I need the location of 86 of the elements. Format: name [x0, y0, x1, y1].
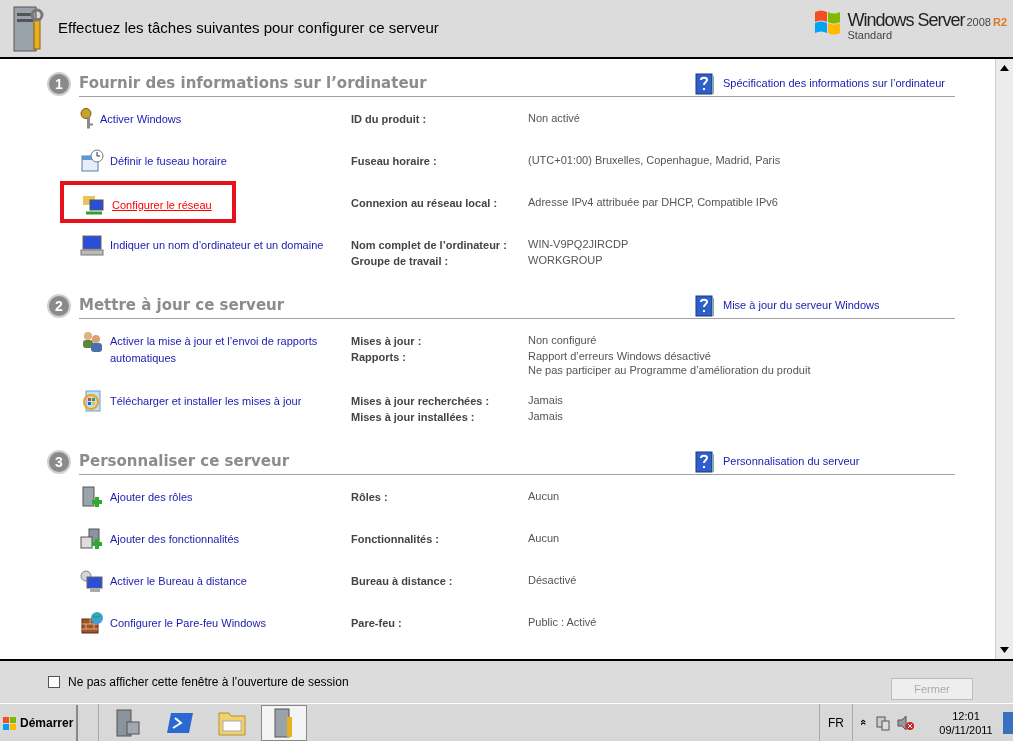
network-icon[interactable]: [875, 714, 891, 731]
detail-value: Ne pas participer au Programme d’amélioration du produit: [528, 363, 812, 377]
detail-label: Fuseau horaire :: [351, 154, 438, 169]
remote-desktop-icon: [80, 569, 104, 593]
detail-value: Jamais: [528, 393, 564, 407]
task-link[interactable]: Indiquer un nom d’ordinateur et un domaine: [110, 233, 324, 254]
section-heading: Personnaliser ce serveur: [79, 451, 290, 473]
section-heading: Mettre à jour ce serveur: [79, 295, 285, 317]
checkbox[interactable]: [48, 676, 60, 688]
detail-label: Mises à jour :: [351, 334, 423, 349]
update-icon: [80, 389, 104, 413]
detail-label: Connexion au réseau local :: [351, 196, 499, 211]
detail-label: Mises à jour recherchées :: [351, 394, 491, 409]
scrollbar[interactable]: [995, 59, 1013, 659]
clock-time: 12:01: [952, 708, 980, 723]
detail-label: Pare-feu :: [351, 616, 403, 631]
task-link[interactable]: Télécharger et installer les mises à jour: [110, 389, 302, 410]
task-link[interactable]: Ajouter des fonctionnalités: [110, 527, 240, 548]
scroll-down-icon[interactable]: [1000, 647, 1009, 653]
release-label: R2: [992, 17, 1007, 28]
window-title: Effectuez les tâches suivantes pour configurer ce serveur: [58, 18, 439, 39]
scroll-up-icon[interactable]: [1000, 65, 1009, 71]
help-link-text[interactable]: Mise à jour du serveur Windows: [723, 297, 880, 314]
section-heading: Fournir des informations sur l’ordinateur: [79, 73, 427, 95]
detail-value: Aucun: [528, 531, 561, 545]
detail-value: Désactivé: [528, 573, 578, 587]
step-number-badge: 2: [47, 294, 71, 318]
step-number-badge: 3: [47, 450, 71, 474]
features-add-icon: [80, 527, 104, 551]
detail-label: ID du produit :: [351, 112, 428, 127]
help-link[interactable]: Personnalisation du serveur: [695, 450, 955, 473]
server-tools-icon: [115, 707, 141, 738]
task-link[interactable]: Activer Windows: [100, 107, 182, 128]
task-link[interactable]: Ajouter des rôles: [110, 485, 193, 506]
detail-value: Aucun: [528, 489, 561, 503]
taskbar-app-button[interactable]: [261, 704, 307, 741]
brand-name: Windows Server: [847, 11, 965, 29]
detail-label: Rôles :: [351, 490, 389, 505]
clock-date: 09/11/2011: [939, 722, 993, 737]
volume-muted-icon[interactable]: [897, 714, 915, 731]
detail-value: (UTC+01:00) Bruxelles, Copenhague, Madrid, Paris: [528, 153, 782, 167]
detail-value: Non configuré: [528, 333, 598, 347]
detail-label: Bureau à distance :: [351, 574, 454, 589]
help-link-text[interactable]: Spécification des informations sur l’ordinateur: [723, 75, 945, 92]
detail-value: Non activé: [528, 111, 581, 125]
show-hidden-icons-button[interactable]: «: [855, 719, 873, 726]
task-link[interactable]: Configurer le réseau: [112, 193, 212, 214]
task-link[interactable]: Définir le fuseau horaire: [110, 149, 227, 170]
detail-label: Rapports :: [351, 350, 407, 365]
network-icon: [82, 193, 106, 217]
language-indicator[interactable]: FR: [818, 704, 853, 741]
computer-icon: [80, 233, 104, 257]
detail-label: Fonctionnalités :: [351, 532, 440, 547]
start-button[interactable]: Démarrer: [0, 704, 78, 741]
task-link[interactable]: Activer la mise à jour et l’envoi de rapports automatiques: [110, 329, 351, 366]
detail-value: Public : Activé: [528, 615, 598, 629]
help-book-icon: [695, 450, 715, 473]
task-link[interactable]: Configurer le Pare-feu Windows: [110, 611, 266, 632]
help-book-icon: [695, 294, 715, 317]
powershell-icon: [165, 710, 195, 735]
version-number: 2008: [966, 17, 991, 28]
detail-value: Rapport d’erreurs Windows désactivé: [528, 349, 712, 363]
detail-label: Nom complet de l’ordinateur :: [351, 238, 508, 253]
checkbox-label: Ne pas afficher cette fenêtre à l’ouverture de session: [68, 674, 349, 691]
windows-flag-icon: [2, 714, 18, 731]
detail-value: WORKGROUP: [528, 253, 604, 267]
server-add-icon: [80, 485, 104, 509]
task-link[interactable]: Activer le Bureau à distance: [110, 569, 247, 590]
help-link-text[interactable]: Personnalisation du serveur: [723, 453, 860, 470]
detail-value: Jamais: [528, 409, 564, 423]
detail-value: Adresse IPv4 attribuée par DHCP, Compatible IPv6: [528, 195, 779, 209]
edition-label: Standard: [847, 30, 894, 41]
server-tools-icon: [273, 706, 295, 739]
help-book-icon: [695, 72, 715, 95]
key-icon: [80, 107, 94, 131]
detail-label: Groupe de travail :: [351, 254, 450, 269]
detail-value: WIN-V9PQ2JIRCDP: [528, 237, 630, 251]
server-tools-icon: [12, 4, 44, 53]
users-icon: [80, 329, 104, 353]
detail-label: Mises à jour installées :: [351, 410, 476, 425]
show-desktop-button[interactable]: [1003, 711, 1013, 734]
firewall-icon: [80, 611, 104, 635]
calendar-clock-icon: [80, 149, 104, 173]
step-number-badge: 1: [47, 72, 71, 96]
help-link[interactable]: Spécification des informations sur l’ordinateur: [695, 72, 955, 95]
help-link[interactable]: Mise à jour du serveur Windows: [695, 294, 955, 317]
